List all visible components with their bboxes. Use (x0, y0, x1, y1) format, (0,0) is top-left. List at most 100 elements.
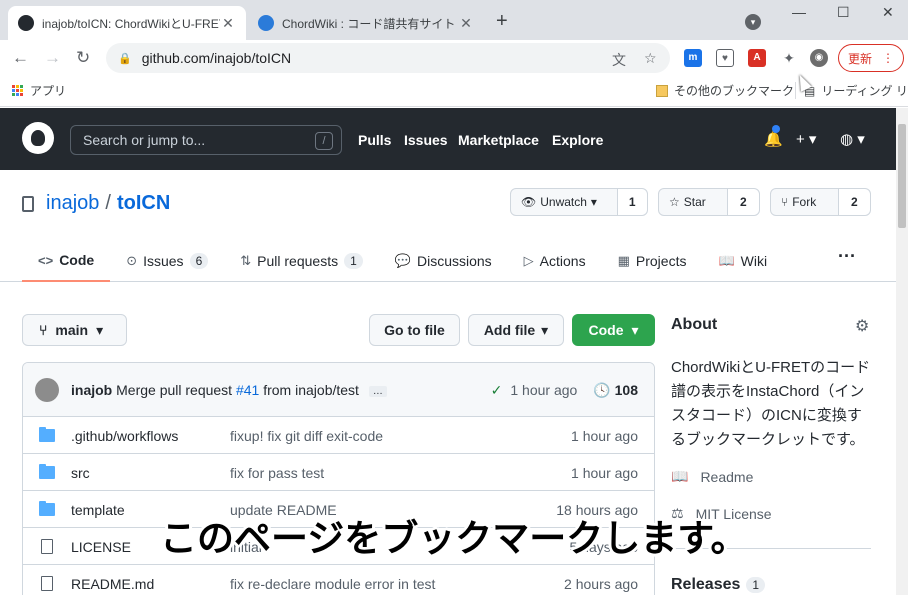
repo-name-link[interactable]: toICN (117, 192, 170, 215)
file-commit-message[interactable]: fixup! fix git diff exit-code (230, 428, 383, 444)
forward-icon[interactable]: → (44, 48, 61, 68)
fork-button[interactable]: ⑂ Fork (771, 189, 839, 215)
extension-icon[interactable]: m (684, 49, 702, 67)
reload-icon[interactable]: ↻ (76, 48, 90, 68)
tab-issues[interactable]: ⊙ Issues 6 (110, 240, 224, 282)
star-button-group: ☆ Star 2 (658, 188, 760, 216)
tab-projects[interactable]: ▦ Projects (602, 240, 703, 282)
browser-tab-active[interactable]: inajob/toICN: ChordWikiとU-FRET ✕ (8, 6, 246, 40)
address-url[interactable]: github.com/inajob/toICN (142, 50, 291, 66)
repo-title: inajob / toICN (22, 192, 170, 215)
code-download-button[interactable]: Code ▾ (572, 314, 655, 346)
branch-select-button[interactable]: ⑂ main ▾ (22, 314, 127, 346)
user-avatar-icon[interactable]: ◍ ▾ (840, 130, 865, 148)
file-name[interactable]: template (71, 502, 125, 518)
eye-icon: 👁 (521, 195, 537, 209)
table-row[interactable]: README.md fix re-declare module error in… (23, 565, 654, 595)
file-icon (41, 539, 53, 554)
extensions-puzzle-icon[interactable]: ✦ (780, 49, 798, 67)
commits-link[interactable]: 🕓 108 (593, 382, 638, 399)
tab-title: ChordWiki : コード譜共有サイト 〜表 (282, 16, 458, 31)
table-row[interactable]: src fix for pass test 1 hour ago (23, 454, 654, 491)
repo-owner-link[interactable]: inajob (46, 192, 99, 215)
github-search-input[interactable]: Search or jump to... / (70, 125, 342, 155)
browser-tab-inactive[interactable]: ChordWiki : コード譜共有サイト 〜表 ✕ (248, 6, 484, 40)
commit-message: inajob Merge pull request #41 from inajo… (71, 382, 387, 398)
reading-list[interactable]: ▤ リーディング リスト (795, 82, 908, 99)
tab-code[interactable]: <> Code (22, 240, 111, 282)
pull-request-icon: ⇅ (240, 253, 252, 268)
new-tab-button[interactable]: + (496, 10, 508, 33)
nav-pulls[interactable]: Pulls (358, 132, 391, 148)
create-new-icon[interactable]: + ▾ (796, 130, 816, 148)
unwatch-button[interactable]: 👁 Unwatch ▾ (511, 189, 618, 215)
file-name[interactable]: src (71, 465, 90, 481)
star-button[interactable]: ☆ Star (659, 189, 728, 215)
expand-commit-button[interactable]: … (368, 385, 387, 397)
commit-time[interactable]: 1 hour ago (510, 382, 577, 398)
profile-avatar-icon[interactable]: ◉ (810, 49, 828, 67)
project-board-icon: ▦ (617, 253, 630, 268)
file-commit-message[interactable]: fix re-declare module error in test (230, 576, 435, 592)
repo-tabs: <> Code ⊙ Issues 6 ⇅ Pull requests 1 💬 D… (22, 240, 783, 282)
tab-wiki[interactable]: 📖 Wiki (702, 240, 783, 282)
gear-icon[interactable]: ⚙ (855, 316, 869, 336)
tab-search-icon[interactable]: ▾ (745, 14, 761, 30)
repo-header: inajob / toICN 👁 Unwatch ▾ 1 ☆ Star 2 ⑂ … (0, 170, 896, 282)
scrollbar-thumb[interactable] (898, 124, 906, 228)
github-logo-icon[interactable] (22, 122, 54, 154)
translate-icon[interactable]: 文 (612, 50, 626, 70)
readme-link[interactable]: 📖 Readme (671, 468, 753, 485)
bell-icon[interactable]: 🔔 (764, 130, 783, 148)
tab-label: Issues (143, 253, 184, 269)
other-bookmarks[interactable]: その他のブックマーク (656, 82, 794, 99)
avatar[interactable] (35, 378, 59, 402)
close-tab-icon[interactable]: ✕ (220, 15, 236, 32)
pr-link[interactable]: #41 (236, 382, 259, 398)
nav-issues[interactable]: Issues (404, 132, 448, 148)
about-heading: About (671, 316, 718, 333)
forks-count[interactable]: 2 (838, 189, 870, 215)
file-name[interactable]: LICENSE (71, 539, 131, 555)
back-icon[interactable]: ← (12, 48, 29, 68)
reading-list-label: リーディング リスト (821, 84, 908, 98)
minimize-icon[interactable]: — (792, 4, 806, 20)
book-icon: 📖 (671, 468, 689, 484)
address-bar[interactable]: 🔒 github.com/inajob/toICN (106, 43, 670, 73)
more-tabs-icon[interactable]: ··· (838, 246, 856, 267)
nav-marketplace[interactable]: Marketplace (458, 132, 539, 148)
pdf-icon[interactable]: A (748, 49, 766, 67)
search-shortcut-key: / (315, 132, 333, 150)
about-sidebar: About ⚙ ChordWikiとU-FRETのコード譜の表示をInstaCh… (671, 316, 871, 593)
stars-count[interactable]: 2 (727, 189, 759, 215)
github-favicon-icon (18, 15, 34, 31)
go-to-file-button[interactable]: Go to file (369, 314, 460, 346)
repo-icon (22, 195, 34, 212)
apps-bookmark[interactable]: アプリ (12, 82, 66, 99)
tab-pull-requests[interactable]: ⇅ Pull requests 1 (224, 240, 379, 282)
file-name[interactable]: .github/workflows (71, 428, 178, 444)
tab-discussions[interactable]: 💬 Discussions (379, 240, 508, 282)
menu-kebab-icon: ⋮ (882, 51, 894, 65)
file-commit-message[interactable]: fix for pass test (230, 465, 324, 481)
close-tab-icon[interactable]: ✕ (458, 15, 474, 32)
apps-label: アプリ (30, 84, 67, 98)
add-file-button[interactable]: Add file ▾ (468, 314, 564, 346)
update-button[interactable]: 更新 ⋮ (838, 44, 904, 72)
maximize-icon[interactable]: ☐ (837, 4, 850, 21)
browser-tab-strip: inajob/toICN: ChordWikiとU-FRET ✕ ChordWi… (0, 0, 908, 40)
releases-heading[interactable]: Releases 1 (671, 576, 766, 594)
lock-icon: 🔒 (118, 52, 132, 65)
check-icon: ✓ (490, 382, 503, 398)
window-close-icon[interactable]: ✕ (882, 4, 894, 21)
tab-title: inajob/toICN: ChordWikiとU-FRET (42, 16, 220, 31)
file-name[interactable]: README.md (71, 576, 154, 592)
folder-icon (39, 427, 55, 442)
tab-actions[interactable]: ▷ Actions (508, 240, 602, 282)
watchers-count[interactable]: 1 (617, 189, 647, 215)
table-row[interactable]: .github/workflows fixup! fix git diff ex… (23, 417, 654, 454)
nav-explore[interactable]: Explore (552, 132, 603, 148)
pocket-icon[interactable]: ♥ (716, 49, 734, 67)
commit-author[interactable]: inajob (71, 382, 112, 398)
bookmark-star-icon[interactable]: ☆ (644, 50, 657, 67)
